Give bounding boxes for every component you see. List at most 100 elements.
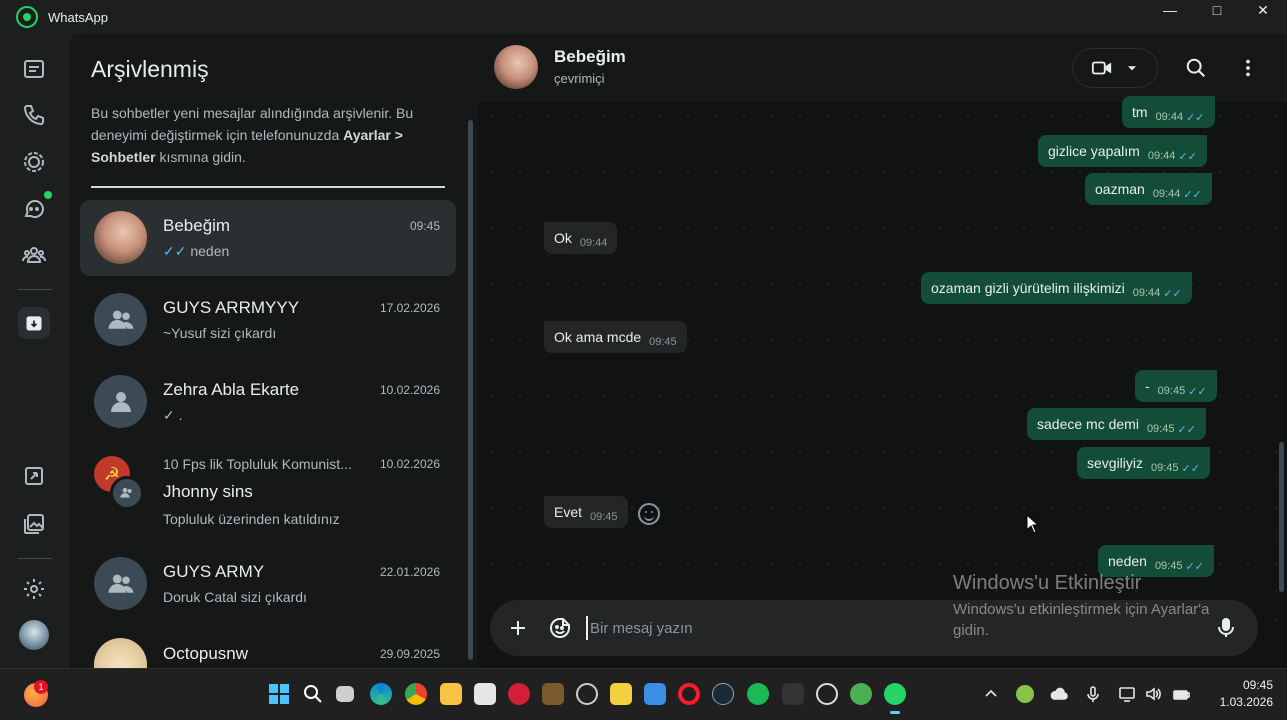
minimize-button[interactable]: — — [1147, 0, 1193, 20]
whatsapp-taskbar-icon[interactable] — [884, 683, 906, 714]
outgoing-message[interactable]: tm 09:44 ✓✓ — [1122, 96, 1215, 128]
chatgpt-icon[interactable] — [576, 683, 598, 705]
chat-list-item[interactable]: Zehra Abla Ekarte 10.02.2026 ✓ . — [80, 364, 456, 440]
outgoing-message[interactable]: sevgiliyiz 09:45 ✓✓ — [1077, 447, 1210, 479]
outgoing-message[interactable]: ozaman gizli yürütelim ilişkimizi 09:44 ✓✓ — [921, 272, 1192, 304]
contact-avatar[interactable] — [494, 45, 538, 89]
channels-icon[interactable] — [20, 195, 48, 223]
contact-name[interactable]: Bebeğim — [554, 47, 626, 67]
calls-icon[interactable] — [20, 101, 48, 129]
file-explorer-icon[interactable] — [440, 683, 462, 705]
group-avatar-icon — [94, 293, 147, 346]
emoji-reaction-icon[interactable] — [638, 503, 660, 525]
profile-avatar[interactable] — [19, 620, 49, 650]
vpn-app-icon[interactable] — [782, 683, 804, 705]
archived-panel: Arşivlenmiş Bu sohbetler yeni mesajlar a… — [70, 34, 478, 668]
close-button[interactable]: ✕ — [1240, 0, 1286, 20]
obs-studio-icon[interactable] — [816, 683, 838, 705]
microphone-tray-icon[interactable] — [1084, 685, 1102, 703]
clock-time: 09:45 — [1242, 678, 1273, 692]
steam-icon[interactable] — [712, 683, 734, 705]
chats-icon[interactable] — [20, 55, 48, 83]
starred-messages-icon[interactable] — [20, 462, 48, 490]
video-call-button[interactable] — [1072, 48, 1158, 88]
read-ticks-icon: ✓✓ — [1185, 560, 1204, 573]
message-input[interactable] — [586, 616, 946, 640]
search-icon[interactable] — [1182, 54, 1210, 82]
onedrive-cloud-icon[interactable] — [1050, 685, 1068, 703]
incoming-message[interactable]: Ok ama mcde 09:45 — [544, 321, 687, 353]
app-icon-blue[interactable] — [644, 683, 666, 705]
outgoing-message[interactable]: sadece mc demi 09:45 ✓✓ — [1027, 408, 1206, 440]
chat-list-scrollbar[interactable] — [468, 120, 473, 660]
chat-time: 10.02.2026 — [379, 383, 440, 397]
incoming-message[interactable]: Evet 09:45 — [544, 496, 628, 528]
chat-time: 29.09.2025 — [379, 647, 440, 661]
system-clock[interactable]: 09:45 1.03.2026 — [1220, 677, 1273, 711]
archived-icon[interactable] — [18, 307, 50, 339]
avatar — [94, 211, 147, 264]
read-ticks-icon: ✓✓ — [1188, 385, 1207, 398]
read-ticks-icon: ✓✓ — [1181, 462, 1200, 475]
spotify-icon[interactable] — [747, 683, 769, 705]
read-ticks-icon: ✓✓ — [1186, 111, 1205, 124]
edge-browser-icon[interactable] — [370, 683, 392, 705]
outgoing-message[interactable]: -09:45 ✓✓ — [1135, 370, 1217, 402]
avatar — [94, 638, 147, 668]
chat-list-item[interactable]: Bebeğim 09:45 ✓✓ neden — [80, 200, 456, 276]
app-icon-red[interactable] — [508, 683, 530, 705]
tray-app-icon[interactable] — [1016, 685, 1034, 703]
chat-list-item[interactable]: Octopusnw 29.09.2025 — [80, 628, 456, 668]
group-avatar-icon — [94, 557, 147, 610]
chat-header[interactable]: Bebeğim çevrimiçi — [478, 34, 1287, 102]
whatsapp-logo-icon — [16, 6, 38, 28]
settings-gear-icon[interactable] — [20, 575, 48, 603]
outgoing-message[interactable]: oazman 09:44 ✓✓ — [1085, 173, 1212, 205]
chat-time: 09:45 — [409, 219, 440, 233]
chat-time: 10.02.2026 — [379, 457, 440, 471]
title-bar: WhatsApp — [0, 0, 1287, 34]
group-badge-icon — [110, 476, 144, 510]
chrome-browser-icon[interactable] — [405, 683, 427, 705]
notification-badge: 1 — [34, 680, 48, 694]
battery-icon[interactable] — [1172, 685, 1190, 703]
status-icon[interactable] — [20, 148, 48, 176]
app-icon-green[interactable] — [850, 683, 872, 705]
chat-preview: Topluluk üzerinden katıldınız — [163, 511, 340, 527]
store-icon[interactable] — [474, 683, 496, 705]
chat-name: GUYS ARMY — [163, 562, 265, 581]
rail-divider — [18, 558, 52, 559]
watermark-title: Windows'u Etkinleştir — [953, 572, 1142, 594]
read-ticks-icon: ✓✓ — [1183, 188, 1202, 201]
person-avatar-icon — [94, 375, 147, 428]
rail-divider — [18, 289, 52, 290]
opera-gx-icon[interactable] — [678, 683, 700, 705]
chat-preview: ~Yusuf sizi çıkardı — [163, 325, 277, 341]
chat-list-item[interactable]: GUYS ARRMYYY 17.02.2026 ~Yusuf sizi çıka… — [80, 282, 456, 358]
more-options-icon[interactable] — [1234, 54, 1262, 82]
network-icon[interactable] — [1118, 685, 1136, 703]
chat-list-item[interactable]: ☭ 10 Fps lik Topluluk Komunist... 10.02.… — [80, 446, 456, 536]
chat-list-item[interactable]: GUYS ARMY 22.01.2026 Doruk Catal sizi çı… — [80, 546, 456, 622]
tray-chevron-up-icon[interactable] — [982, 685, 1000, 703]
conversation-scrollbar[interactable] — [1279, 102, 1285, 618]
communities-icon[interactable] — [20, 241, 48, 269]
start-windows-icon[interactable] — [268, 683, 290, 705]
chat-name: Zehra Abla Ekarte — [163, 380, 300, 399]
new-update-dot — [44, 191, 52, 199]
outgoing-message[interactable]: gizlice yapalım 09:44 ✓✓ — [1038, 135, 1207, 167]
emoji-sticker-icon[interactable] — [546, 614, 574, 642]
task-view-icon[interactable] — [336, 686, 354, 702]
maximize-button[interactable]: □ — [1194, 0, 1240, 20]
taskbar-search-icon[interactable] — [302, 683, 324, 705]
media-gallery-icon[interactable] — [20, 510, 48, 538]
read-ticks-icon: ✓✓ — [1177, 423, 1196, 436]
incoming-message[interactable]: Ok 09:44 — [544, 222, 618, 254]
chat-preview: ✓✓ neden — [163, 243, 230, 259]
attach-plus-icon[interactable] — [504, 614, 532, 642]
volume-icon[interactable] — [1144, 685, 1162, 703]
app-icon-yellow[interactable] — [610, 683, 632, 705]
minecraft-icon[interactable] — [542, 683, 564, 705]
sent-tick-icon: ✓ — [163, 407, 175, 423]
chat-preview: ✓ . — [163, 407, 183, 423]
